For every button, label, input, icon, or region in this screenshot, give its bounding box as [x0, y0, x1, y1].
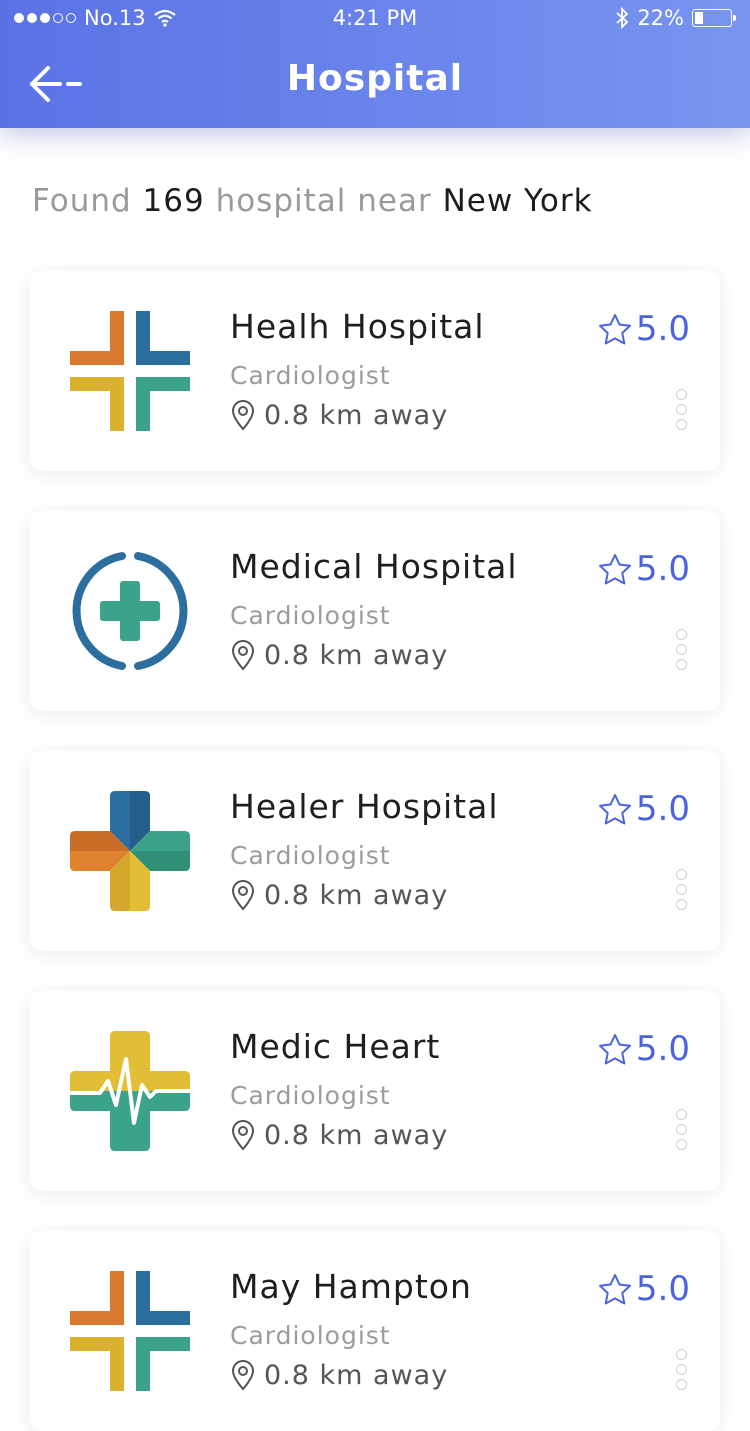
battery-percent: 22%	[637, 6, 684, 30]
distance-text: 0.8 km away	[264, 1119, 449, 1151]
summary-middle: hospital near	[215, 183, 432, 219]
hospital-name[interactable]: Healh Hospital	[230, 307, 485, 346]
hospital-specialty: Cardiologist	[230, 841, 391, 870]
heartbeat-cross-logo	[70, 1031, 190, 1151]
hospital-rating: 5.0	[598, 1269, 690, 1309]
app-header: No.13 4:21 PM 22% Hospital	[0, 0, 750, 128]
rating-value: 5.0	[635, 1269, 690, 1309]
hospital-rating: 5.0	[598, 789, 690, 829]
location-pin-icon	[231, 400, 255, 431]
hospital-rating: 5.0	[598, 549, 690, 589]
rating-value: 5.0	[635, 1029, 690, 1069]
distance-text: 0.8 km away	[264, 639, 449, 671]
hospital-card[interactable]: May Hampton Cardiologist 0.8 km away 5.0	[30, 1231, 720, 1431]
summary-prefix: Found	[32, 183, 132, 219]
more-options-button[interactable]	[676, 869, 690, 910]
hospital-distance: 0.8 km away	[230, 879, 448, 911]
distance-text: 0.8 km away	[264, 879, 449, 911]
split-cross-logo	[70, 311, 190, 431]
star-icon	[598, 1274, 631, 1305]
quad-cross-logo	[70, 791, 190, 911]
more-options-button[interactable]	[676, 629, 690, 670]
hospital-distance: 0.8 km away	[230, 1359, 448, 1391]
location-pin-icon	[231, 880, 255, 911]
more-options-button[interactable]	[676, 389, 690, 430]
location-pin-icon	[231, 1360, 255, 1391]
hospital-name[interactable]: Healer Hospital	[230, 787, 499, 826]
rating-value: 5.0	[635, 789, 690, 829]
hospital-specialty: Cardiologist	[230, 361, 391, 390]
status-bar: No.13 4:21 PM 22%	[0, 0, 750, 38]
star-icon	[598, 794, 631, 825]
ring-cross-logo	[72, 552, 188, 670]
more-options-button[interactable]	[676, 1349, 690, 1390]
search-summary: Found 169 hospital near New York	[32, 183, 593, 219]
location-pin-icon	[231, 640, 255, 671]
location-name: New York	[442, 183, 593, 219]
status-right: 22%	[615, 6, 736, 30]
result-count: 169	[142, 183, 205, 219]
rating-value: 5.0	[635, 309, 690, 349]
star-icon	[598, 314, 631, 345]
hospital-card[interactable]: Healer Hospital Cardiologist 0.8 km away…	[30, 751, 720, 951]
hospital-specialty: Cardiologist	[230, 1321, 391, 1350]
distance-text: 0.8 km away	[264, 1359, 449, 1391]
hospital-distance: 0.8 km away	[230, 1119, 448, 1151]
hospital-rating: 5.0	[598, 309, 690, 349]
hospital-name[interactable]: May Hampton	[230, 1267, 472, 1306]
location-pin-icon	[231, 1120, 255, 1151]
split-cross-logo	[70, 1271, 190, 1391]
star-icon	[598, 1034, 631, 1065]
hospital-distance: 0.8 km away	[230, 399, 448, 431]
more-options-button[interactable]	[676, 1109, 690, 1150]
hospital-name[interactable]: Medical Hospital	[230, 547, 518, 586]
hospital-card[interactable]: Medic Heart Cardiologist 0.8 km away 5.0	[30, 991, 720, 1191]
star-icon	[598, 554, 631, 585]
hospital-name[interactable]: Medic Heart	[230, 1027, 440, 1066]
rating-value: 5.0	[635, 549, 690, 589]
hospital-card[interactable]: Medical Hospital Cardiologist 0.8 km awa…	[30, 511, 720, 711]
hospital-rating: 5.0	[598, 1029, 690, 1069]
page-title: Hospital	[286, 58, 464, 99]
hospital-specialty: Cardiologist	[230, 601, 391, 630]
hospital-distance: 0.8 km away	[230, 639, 448, 671]
bluetooth-icon	[616, 7, 629, 29]
battery-icon	[692, 9, 736, 27]
hospital-specialty: Cardiologist	[230, 1081, 391, 1110]
hospital-card[interactable]: Healh Hospital Cardiologist 0.8 km away …	[30, 271, 720, 471]
distance-text: 0.8 km away	[264, 399, 449, 431]
